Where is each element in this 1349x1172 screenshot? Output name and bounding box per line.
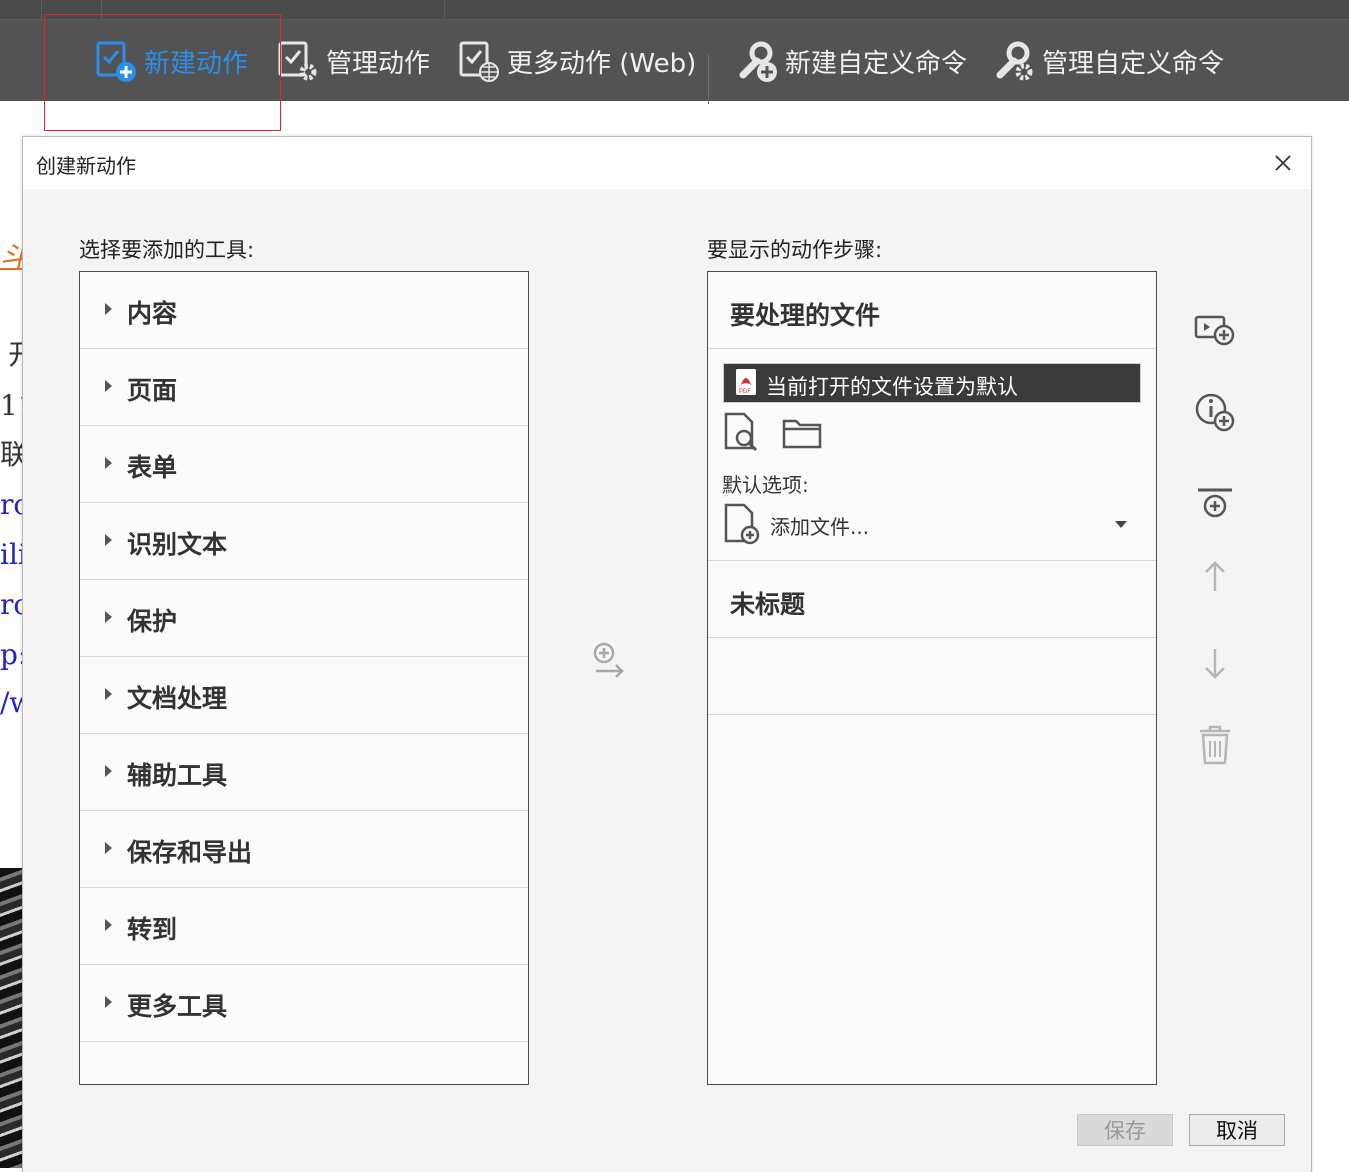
new-custom-command-button[interactable]: 新建自定义命令 [737, 38, 967, 84]
more-actions-web-icon [459, 39, 501, 83]
delete-icon[interactable] [1191, 721, 1239, 769]
tool-category-label: 识别文本 [127, 530, 228, 559]
tool-category-label: 保存和导出 [127, 838, 253, 867]
files-panel: PDF 当前打开的文件设置为默认 默认选项: 添加文件... [708, 349, 1156, 561]
untitled-panel-header[interactable]: 未标题 [708, 561, 1156, 638]
close-icon[interactable] [1269, 149, 1297, 177]
untitled-panel-title: 未标题 [730, 590, 806, 619]
expand-caret-icon [105, 534, 112, 546]
cancel-button[interactable]: 取消 [1189, 1114, 1285, 1146]
more-actions-web-label: 更多动作 (Web) [507, 48, 697, 79]
pdf-file-icon: PDF [736, 369, 756, 395]
annotation-highlight-box [44, 14, 281, 131]
expand-caret-icon [105, 919, 112, 931]
move-up-icon[interactable] [1191, 553, 1239, 601]
tool-category-row[interactable]: 内容 [80, 272, 528, 349]
move-down-icon[interactable] [1191, 639, 1239, 687]
expand-caret-icon [105, 996, 112, 1008]
tool-category-label: 表单 [127, 453, 178, 482]
manage-actions-button[interactable]: 管理动作 [278, 38, 430, 84]
files-panel-title: 要处理的文件 [730, 301, 881, 330]
expand-caret-icon [105, 457, 112, 469]
save-button[interactable]: 保存 [1077, 1114, 1173, 1146]
expand-caret-icon [105, 765, 112, 777]
untitled-panel-body [708, 638, 1156, 715]
add-info-icon[interactable] [1191, 389, 1239, 437]
more-actions-web-button[interactable]: 更多动作 (Web) [459, 38, 696, 84]
file-selection-item[interactable]: PDF 当前打开的文件设置为默认 [723, 363, 1141, 403]
tool-category-label: 辅助工具 [127, 761, 228, 790]
add-instruction-icon[interactable] [1191, 305, 1239, 353]
tool-category-row[interactable]: 表单 [80, 426, 528, 503]
expand-caret-icon [105, 842, 112, 854]
tool-category-row[interactable]: 转到 [80, 888, 528, 965]
tool-category-row[interactable]: 保存和导出 [80, 811, 528, 888]
add-file-dropdown[interactable]: 添加文件... [720, 501, 1140, 549]
dialog-titlebar: 创建新动作 [23, 137, 1311, 189]
new-custom-command-icon [737, 39, 779, 83]
strip-separator [444, 0, 445, 20]
add-divider-icon[interactable] [1191, 477, 1239, 525]
manage-custom-commands-button[interactable]: 管理自定义命令 [994, 38, 1224, 84]
dropdown-arrow-icon [1115, 521, 1127, 528]
tool-category-row[interactable]: 辅助工具 [80, 734, 528, 811]
tool-category-row[interactable]: 更多工具 [80, 965, 528, 1042]
add-file-icon [722, 503, 764, 551]
background-photo [0, 868, 23, 1168]
expand-caret-icon [105, 688, 112, 700]
action-steps-list: 要处理的文件 PDF 当前打开的文件设置为默认 默认选项: 添加文件... 未标… [707, 271, 1157, 1085]
tool-category-row[interactable]: 识别文本 [80, 503, 528, 580]
manage-custom-commands-label: 管理自定义命令 [1042, 48, 1225, 79]
folder-icon[interactable] [780, 411, 824, 455]
svg-text:PDF: PDF [739, 389, 751, 395]
tool-category-row[interactable]: 页面 [80, 349, 528, 426]
tool-category-label: 转到 [127, 915, 178, 944]
manage-actions-label: 管理动作 [326, 48, 431, 79]
add-to-steps-icon[interactable] [586, 637, 634, 685]
create-new-action-dialog: 创建新动作 选择要添加的工具: 要显示的动作步骤: 内容 页面 表单 识别文本 … [22, 136, 1312, 1172]
manage-custom-commands-icon [994, 39, 1036, 83]
toolbar-divider [708, 54, 709, 104]
expand-caret-icon [105, 303, 112, 315]
strip-separator [41, 0, 42, 20]
tool-category-label: 内容 [127, 299, 178, 328]
file-selection-label: 当前打开的文件设置为默认 [766, 375, 1018, 399]
tool-category-label: 文档处理 [127, 684, 228, 713]
manage-actions-icon [278, 39, 320, 83]
tool-category-label: 保护 [127, 607, 178, 636]
tools-list: 内容 页面 表单 识别文本 保护 文档处理 辅助工具 保存和导出 转到 更多工具 [79, 271, 529, 1085]
dialog-title: 创建新动作 [36, 154, 136, 178]
tool-category-label: 更多工具 [127, 992, 228, 1021]
steps-label: 要显示的动作步骤: [707, 238, 883, 262]
add-file-label: 添加文件... [770, 515, 870, 539]
tool-category-row[interactable]: 文档处理 [80, 657, 528, 734]
files-panel-header[interactable]: 要处理的文件 [708, 272, 1156, 349]
tools-label: 选择要添加的工具: [79, 238, 255, 262]
default-options-label: 默认选项: [722, 473, 809, 497]
new-custom-command-label: 新建自定义命令 [785, 48, 968, 79]
expand-caret-icon [105, 380, 112, 392]
tool-category-label: 页面 [127, 376, 178, 405]
expand-caret-icon [105, 611, 112, 623]
tool-category-row[interactable]: 保护 [80, 580, 528, 657]
browse-file-icon[interactable] [720, 411, 764, 455]
